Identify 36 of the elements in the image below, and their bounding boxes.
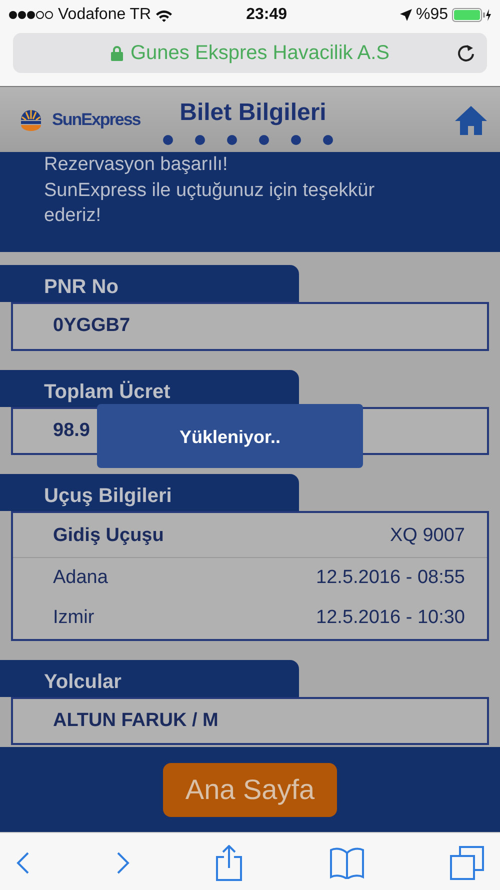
clock: 23:49 [245,5,288,25]
loading-dialog: Yükleniyor.. [97,404,363,468]
brand-name: SunExpress [52,108,140,131]
flight-label: Gidiş Uçuşu [53,524,164,548]
section-header: PNR No [0,265,299,302]
value-field: 0YGGB7 [11,302,489,350]
home-button[interactable]: Ana Sayfa [163,762,337,816]
message-text: SunExpress ile uçtuğunuz için teşekkür ederiz! [44,178,376,228]
section-header: Uçuş Bilgileri [0,474,299,511]
battery-icon [452,8,492,22]
flight-number: XQ 9007 [390,524,465,548]
tabs-icon[interactable] [450,846,484,880]
value-field: ALTUN FARUK / M [11,696,489,745]
signal-icon [8,10,54,20]
city-name: Izmir [53,606,94,630]
location-arrow-icon [400,9,412,21]
reload-icon[interactable] [457,43,475,63]
section-header: Toplam Ücret [0,370,299,406]
sun-logo-icon [18,108,44,132]
forward-icon[interactable] [116,850,130,874]
back-icon[interactable] [16,850,30,874]
city-name: Adana [53,566,108,590]
message-text: Rezervasyon başarılı! [44,153,229,177]
carrier-name: Vodafone TR [58,5,152,25]
wifi-icon [155,8,174,22]
home-icon[interactable] [454,104,488,134]
date-time: 12.5.2016 - 10:30 [316,606,465,630]
section-header: Yolcular [0,660,299,696]
share-icon[interactable] [215,844,243,880]
bookmarks-icon[interactable] [328,846,364,878]
lock-icon [110,46,122,60]
page-title: Bilet Bilgileri [180,101,326,125]
date-time: 12.5.2016 - 08:55 [316,566,465,590]
address-bar[interactable]: Gunes Ekspres Havacilik A.S [13,33,487,73]
battery-percent: %95 [416,5,448,25]
site-name: Gunes Ekspres Havacilik A.S [130,41,390,66]
